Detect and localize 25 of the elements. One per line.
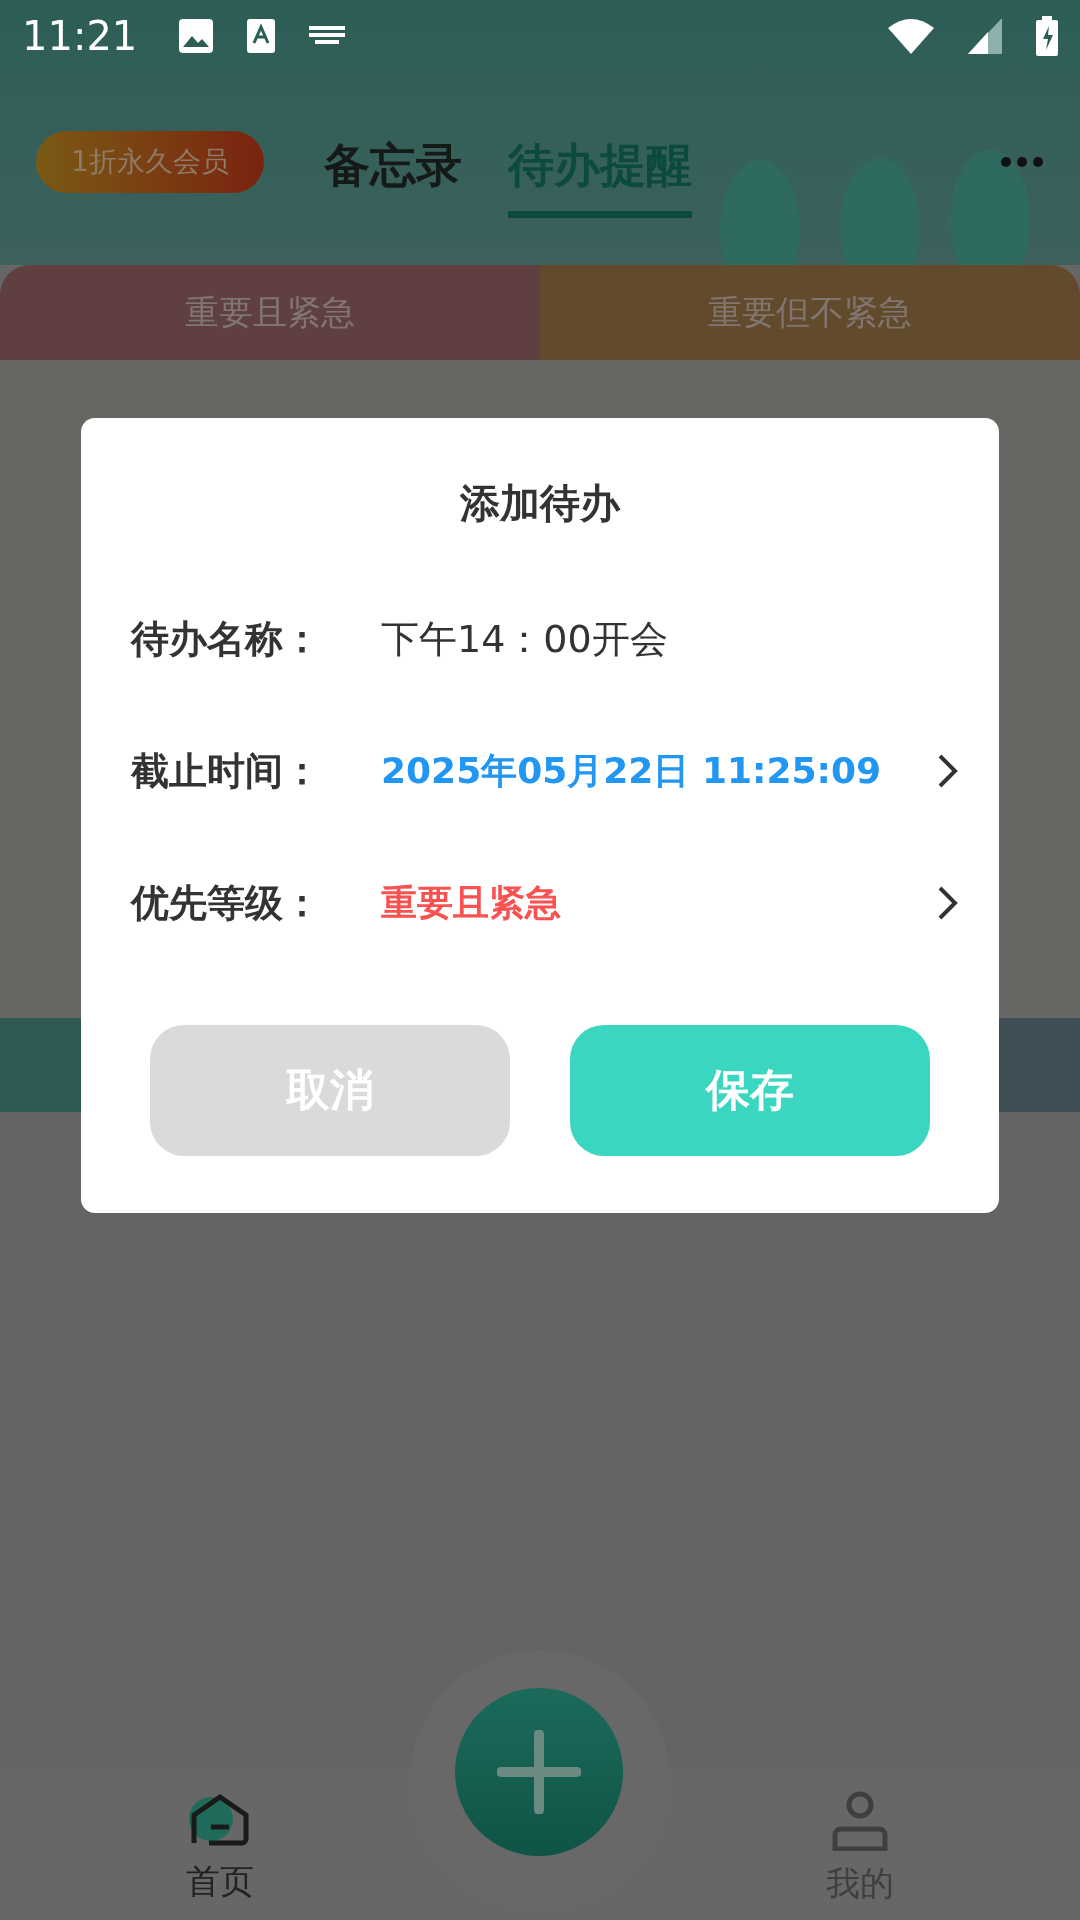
picker-field[interactable]: 2025年05月22日 11:25:09 — [381, 746, 959, 796]
plus-icon — [497, 1730, 581, 1814]
field-label: 优先等级： — [131, 879, 322, 927]
wifi-icon — [888, 18, 934, 54]
text-icon — [247, 19, 276, 53]
quadrant-tab[interactable]: 重要但不紧急 — [540, 265, 1080, 360]
home-icon — [189, 1793, 251, 1849]
image-icon — [179, 19, 214, 53]
nav-item[interactable]: 首页 — [0, 1783, 440, 1905]
save-button[interactable]: 保存 — [570, 1025, 930, 1156]
chevron-right-icon — [937, 753, 959, 789]
dialog-title: 添加待办 — [460, 479, 620, 528]
field-label: 截止时间： — [131, 747, 322, 795]
field-label: 待办名称： — [131, 615, 322, 663]
header-tab[interactable]: 备忘录 — [324, 124, 462, 218]
chevron-right-icon — [937, 885, 959, 921]
picker-field[interactable]: 重要且紧急 — [381, 878, 959, 928]
keyboard-icon — [309, 26, 346, 46]
signal-icon — [968, 18, 1002, 54]
battery-icon — [1036, 16, 1058, 56]
person-icon — [832, 1791, 888, 1851]
vip-badge[interactable]: 1折永久会员 — [36, 131, 264, 193]
more-icon[interactable] — [1000, 156, 1044, 168]
input-field[interactable]: 下午14：00开会 — [381, 617, 901, 661]
status-time: 11:21 — [22, 13, 138, 59]
